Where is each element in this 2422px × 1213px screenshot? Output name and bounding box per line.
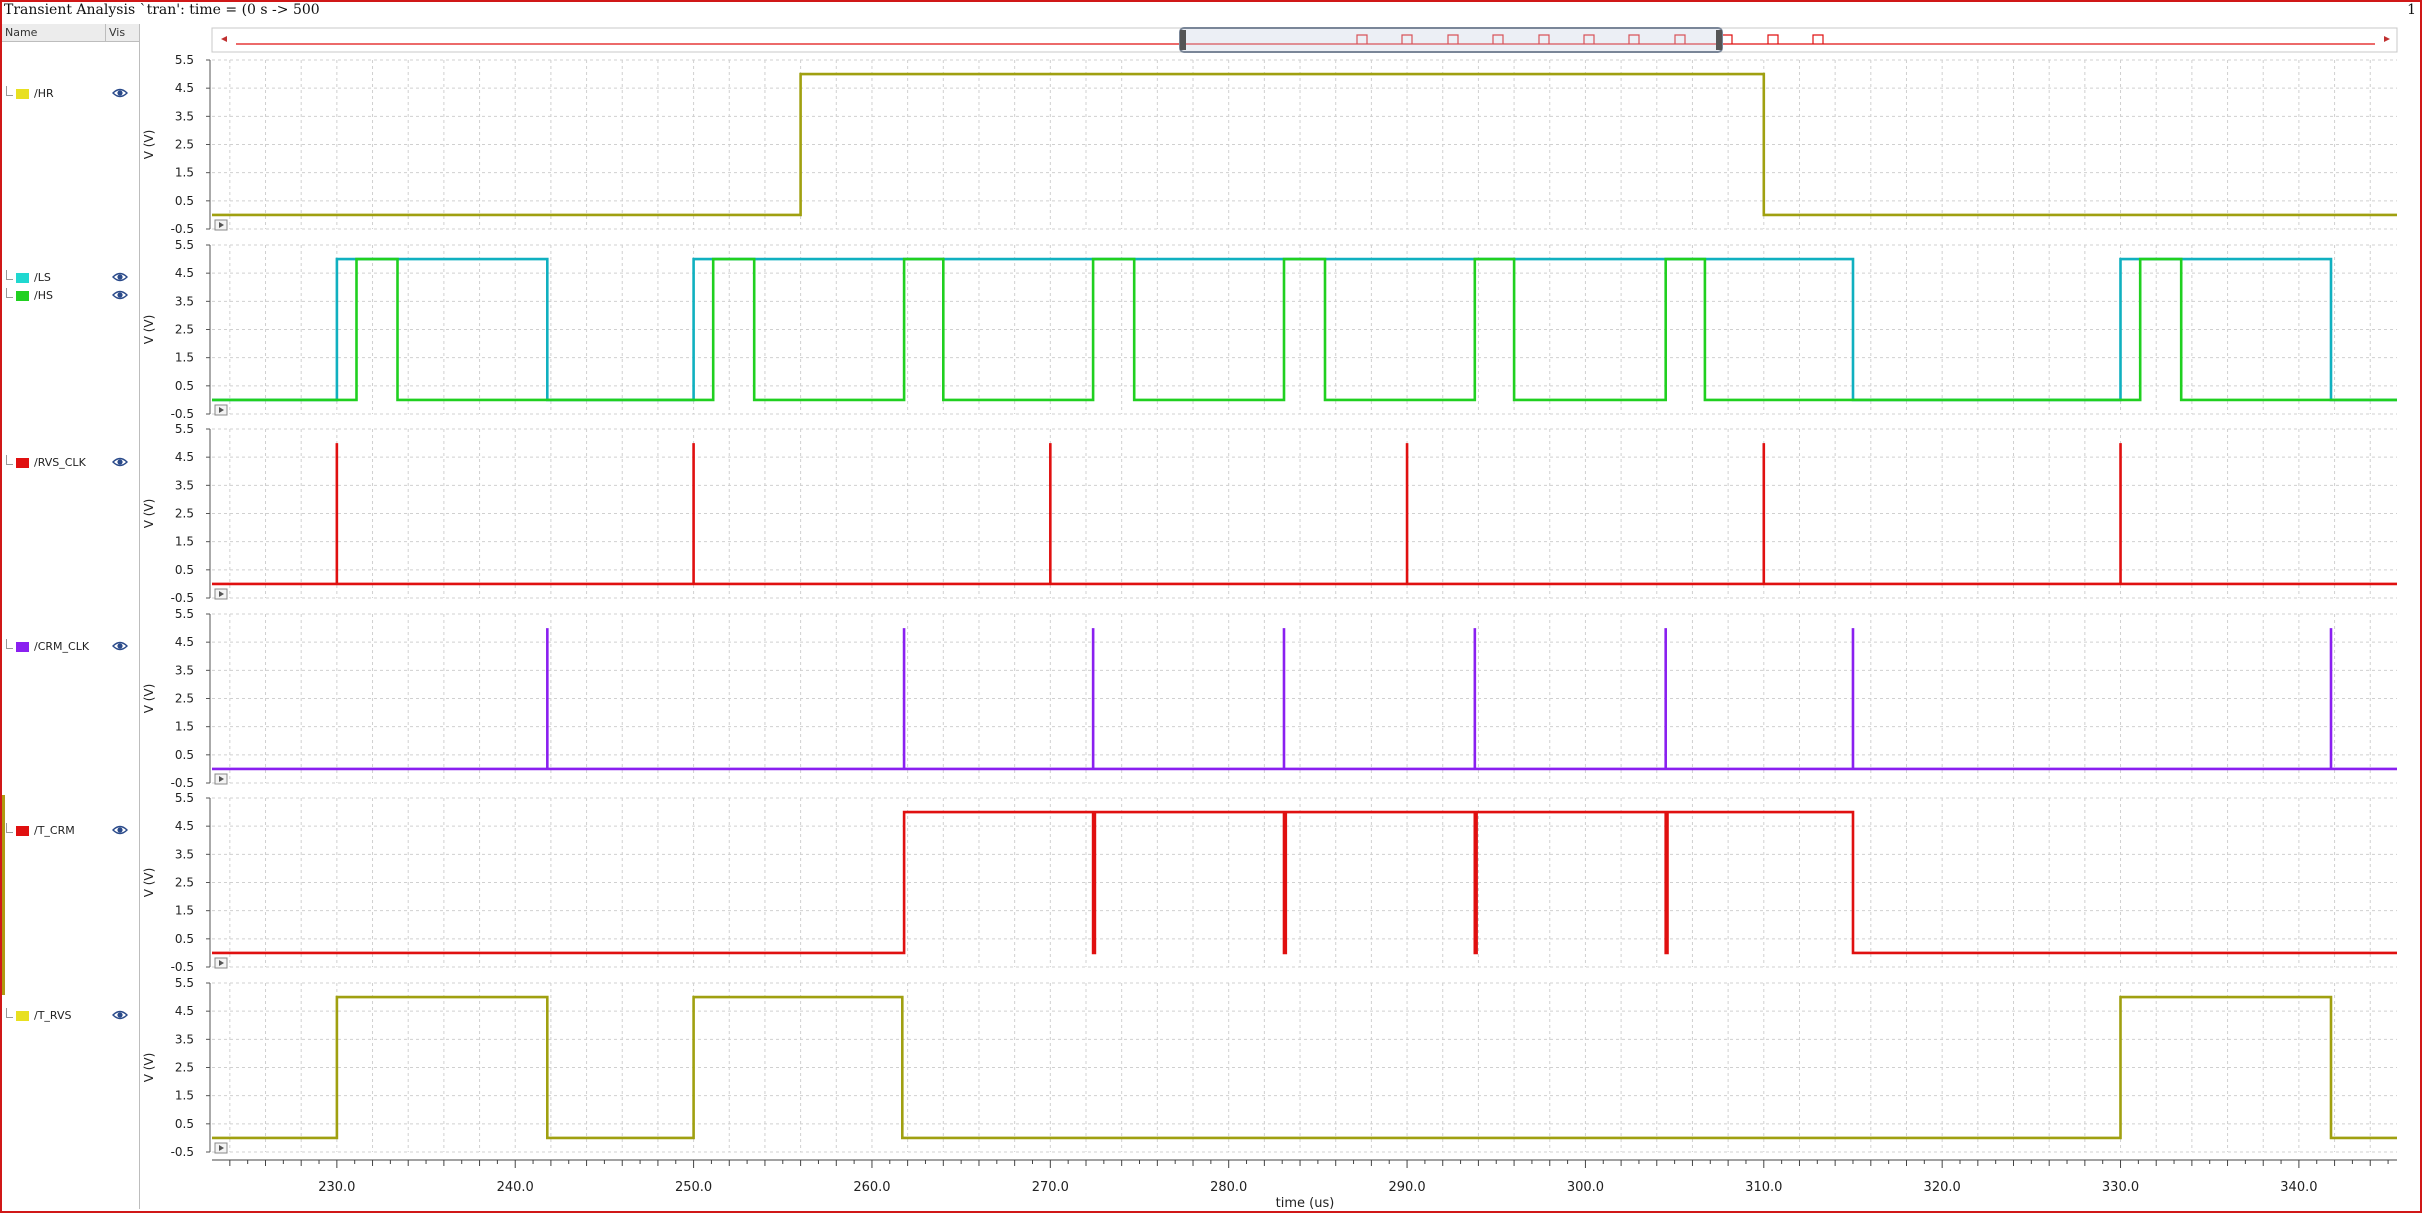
y-tick-label: 2.5 <box>175 692 194 706</box>
y-tick-label: 0.5 <box>175 379 194 393</box>
y-tick-label: -0.5 <box>171 591 194 605</box>
y-tick-label: -0.5 <box>171 407 194 421</box>
y-tick-label: 0.5 <box>175 563 194 577</box>
y-tick-label: 3.5 <box>175 663 194 677</box>
expand-button[interactable] <box>214 773 228 785</box>
y-tick-label: -0.5 <box>171 776 194 790</box>
waveform-plot[interactable]: 5.5 4.5 3.5 2.5 1.5 0.5 -0.5 V (V) 5.5 4.5 3.5 2.5 1… <box>0 0 2422 1213</box>
y-axis-label: V (V) <box>142 315 156 345</box>
y-tick-label: 3.5 <box>175 109 194 123</box>
x-tick-label: 290.0 <box>1388 1180 1425 1195</box>
x-tick-label: 310.0 <box>1745 1180 1782 1195</box>
y-tick-label: 1.5 <box>175 720 194 734</box>
expand-button[interactable] <box>214 1142 228 1154</box>
waveform-panel: 5.5 4.5 3.5 2.5 1.5 0.5 -0.5 V (V) <box>142 607 2397 790</box>
expand-button[interactable] <box>214 588 228 600</box>
y-tick-label: 3.5 <box>175 478 194 492</box>
y-tick-label: 5.5 <box>175 238 194 252</box>
y-tick-label: 1.5 <box>175 166 194 180</box>
y-tick-label: -0.5 <box>171 222 194 236</box>
x-tick-label: 300.0 <box>1567 1180 1604 1195</box>
y-tick-label: 1.5 <box>175 535 194 549</box>
overview-window[interactable] <box>1179 27 1723 53</box>
y-tick-label: 2.5 <box>175 138 194 152</box>
x-tick-label: 320.0 <box>1924 1180 1961 1195</box>
y-tick-label: 2.5 <box>175 1061 194 1075</box>
y-tick-label: 3.5 <box>175 1032 194 1046</box>
y-tick-label: 4.5 <box>175 450 194 464</box>
y-tick-label: 5.5 <box>175 976 194 990</box>
y-axis-label: V (V) <box>142 1053 156 1083</box>
y-tick-label: 4.5 <box>175 266 194 280</box>
y-tick-label: 2.5 <box>175 507 194 521</box>
y-tick-label: 0.5 <box>175 748 194 762</box>
y-tick-label: 5.5 <box>175 53 194 67</box>
x-tick-label: 240.0 <box>497 1180 534 1195</box>
y-tick-label: 5.5 <box>175 422 194 436</box>
y-axis-label: V (V) <box>142 684 156 714</box>
expand-button[interactable] <box>214 219 228 231</box>
y-tick-label: 0.5 <box>175 1117 194 1131</box>
y-tick-label: -0.5 <box>171 960 194 974</box>
waveform-panel: 5.5 4.5 3.5 2.5 1.5 0.5 -0.5 V (V) <box>142 791 2397 974</box>
y-tick-label: 0.5 <box>175 194 194 208</box>
y-tick-label: 4.5 <box>175 1004 194 1018</box>
x-tick-label: 280.0 <box>1210 1180 1247 1195</box>
x-tick-label: 260.0 <box>853 1180 890 1195</box>
overview-strip[interactable] <box>211 27 2398 53</box>
x-axis: 230.0 240.0 250.0 260.0 270.0 280.0 290.0 300.0… <box>212 1159 2397 1211</box>
y-tick-label: 4.5 <box>175 819 194 833</box>
y-tick-label: 2.5 <box>175 876 194 890</box>
y-axis-label: V (V) <box>142 868 156 898</box>
expand-button[interactable] <box>214 957 228 969</box>
y-tick-label: 4.5 <box>175 635 194 649</box>
waveform-panel: 5.5 4.5 3.5 2.5 1.5 0.5 -0.5 V (V) <box>142 422 2397 605</box>
y-tick-label: 5.5 <box>175 791 194 805</box>
y-tick-label: 1.5 <box>175 351 194 365</box>
y-tick-label: 4.5 <box>175 81 194 95</box>
y-tick-label: 3.5 <box>175 847 194 861</box>
y-tick-label: 0.5 <box>175 932 194 946</box>
expand-button[interactable] <box>214 404 228 416</box>
waveform-panel: 5.5 4.5 3.5 2.5 1.5 0.5 -0.5 V (V) <box>142 976 2397 1159</box>
y-axis-label: V (V) <box>142 130 156 160</box>
x-tick-label: 330.0 <box>2102 1180 2139 1195</box>
waveform-panel: 5.5 4.5 3.5 2.5 1.5 0.5 -0.5 V (V) <box>142 238 2397 421</box>
x-tick-label: 340.0 <box>2280 1180 2317 1195</box>
x-tick-label: 250.0 <box>675 1180 712 1195</box>
x-axis-label: time (us) <box>1276 1196 1335 1211</box>
window-handle-left[interactable] <box>1180 30 1186 50</box>
x-tick-label: 230.0 <box>318 1180 355 1195</box>
y-tick-label: 1.5 <box>175 1089 194 1103</box>
y-tick-label: 3.5 <box>175 294 194 308</box>
y-tick-label: 2.5 <box>175 323 194 337</box>
y-tick-label: -0.5 <box>171 1145 194 1159</box>
waveform-panel: 5.5 4.5 3.5 2.5 1.5 0.5 -0.5 V (V) <box>142 53 2397 236</box>
x-tick-label: 270.0 <box>1032 1180 1069 1195</box>
y-axis-label: V (V) <box>142 499 156 529</box>
y-tick-label: 1.5 <box>175 904 194 918</box>
window-handle-right[interactable] <box>1716 30 1722 50</box>
y-tick-label: 5.5 <box>175 607 194 621</box>
